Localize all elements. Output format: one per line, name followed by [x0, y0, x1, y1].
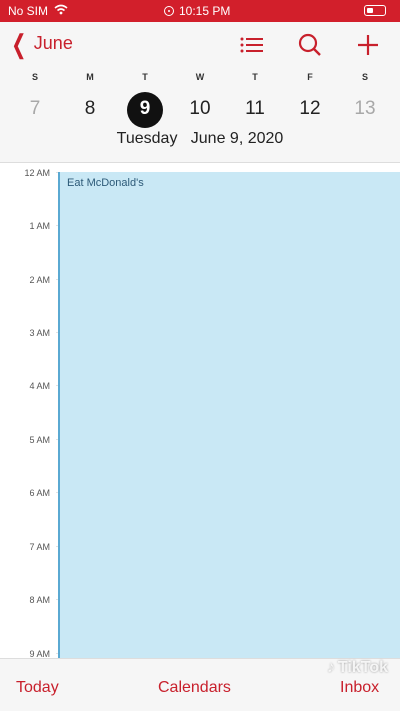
back-month-button[interactable]: ❮ June — [8, 28, 73, 59]
date-cell[interactable]: 10 — [180, 92, 220, 126]
search-icon[interactable] — [296, 32, 324, 58]
calendars-button[interactable]: Calendars — [158, 679, 231, 697]
header-tools — [238, 32, 382, 58]
carrier-text: No SIM — [8, 4, 49, 18]
event-title: Eat McDonald's — [67, 177, 144, 189]
today-button[interactable]: Today — [16, 679, 59, 697]
hour-label: 7 AM — [29, 542, 50, 552]
status-bar: No SIM 10:15 PM — [0, 0, 400, 22]
tiktok-watermark: ♪ TikTok — [327, 659, 388, 677]
date-row: 7 8 9 10 11 12 13 — [0, 92, 400, 126]
chevron-left-icon: ❮ — [11, 28, 27, 59]
date-cell[interactable]: 12 — [290, 92, 330, 126]
event-block[interactable]: Eat McDonald's — [58, 172, 400, 658]
alarm-icon — [164, 6, 174, 16]
weekday-row: S M T W T F S — [0, 72, 400, 86]
selected-date-title: Tuesday June 9, 2020 — [116, 130, 284, 147]
hour-label: 4 AM — [29, 381, 50, 391]
tab-bar: Today Calendars Inbox ♪ TikTok — [0, 658, 400, 711]
add-icon[interactable] — [354, 32, 382, 58]
hour-label: 1 AM — [29, 221, 50, 231]
weekday-label: S — [31, 72, 38, 82]
weekday-label: T — [142, 72, 148, 82]
calendar-header: ❮ June S M T W T F S 7 8 9 10 11 12 13 T… — [0, 22, 400, 163]
inbox-button[interactable]: Inbox — [340, 679, 379, 697]
back-month-label: June — [33, 33, 73, 53]
status-center: 10:15 PM — [164, 4, 230, 18]
date-cell[interactable]: 11 — [235, 92, 275, 126]
hour-label: 5 AM — [29, 435, 50, 445]
wifi-icon — [54, 4, 68, 18]
weekday-label: S — [361, 72, 368, 82]
hour-label: 12 AM — [24, 168, 50, 178]
watermark-text: TikTok — [337, 659, 388, 676]
weekday-label: T — [252, 72, 258, 82]
weekday-label: W — [195, 72, 205, 82]
day-view[interactable]: 12 AM 1 AM 2 AM 3 AM 4 AM 5 AM 6 AM 7 AM… — [0, 164, 400, 658]
clock-text: 10:15 PM — [179, 4, 231, 18]
hour-label: 3 AM — [29, 328, 50, 338]
date-cell[interactable]: 7 — [15, 92, 55, 126]
status-right — [364, 5, 386, 16]
weekday-label: M — [86, 72, 94, 82]
tiktok-logo-icon: ♪ — [326, 659, 335, 676]
hour-label: 9 AM — [29, 649, 50, 658]
date-cell-selected[interactable]: 9 — [125, 92, 165, 126]
hour-label: 6 AM — [29, 488, 50, 498]
list-icon[interactable] — [238, 32, 266, 58]
weekday-label: F — [307, 72, 313, 82]
date-cell[interactable]: 8 — [70, 92, 110, 126]
hour-label: 8 AM — [29, 595, 50, 605]
battery-icon — [364, 5, 386, 16]
hour-label: 2 AM — [29, 275, 50, 285]
date-cell[interactable]: 13 — [345, 92, 385, 126]
status-left: No SIM — [8, 4, 68, 18]
